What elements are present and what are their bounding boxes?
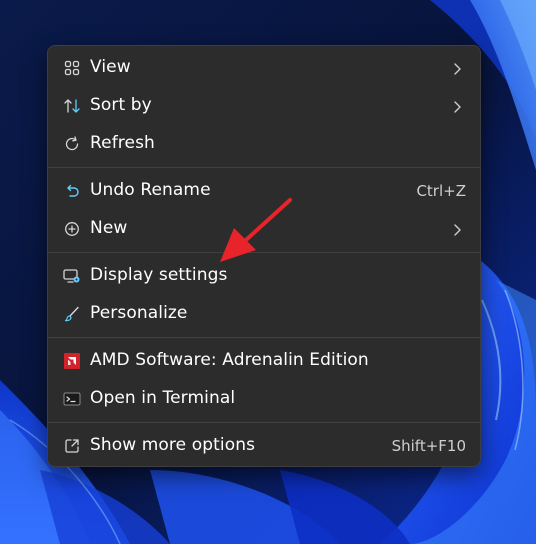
desktop-context-menu: View Sort by Refresh Undo Rename Ctrl+Z …	[47, 45, 481, 467]
menu-item-undo-rename[interactable]: Undo Rename Ctrl+Z	[52, 173, 476, 209]
chevron-right-icon	[452, 222, 462, 236]
share-box-icon	[63, 437, 81, 455]
grid-view-icon	[63, 59, 81, 77]
paintbrush-icon	[63, 305, 81, 323]
menu-item-label: Undo Rename	[90, 180, 211, 200]
menu-separator	[48, 422, 480, 423]
menu-item-refresh[interactable]: Refresh	[52, 126, 476, 162]
menu-item-sort-by[interactable]: Sort by	[52, 88, 476, 124]
menu-item-label: AMD Software: Adrenalin Edition	[90, 350, 369, 370]
refresh-icon	[63, 135, 81, 153]
menu-item-view[interactable]: View	[52, 50, 476, 86]
keyboard-shortcut: Shift+F10	[391, 437, 466, 455]
menu-separator	[48, 337, 480, 338]
menu-item-label: Sort by	[90, 95, 152, 115]
menu-item-label: Personalize	[90, 303, 188, 323]
menu-item-open-in-terminal[interactable]: Open in Terminal	[52, 381, 476, 417]
chevron-right-icon	[452, 99, 462, 113]
menu-item-label: View	[90, 57, 131, 77]
undo-icon	[63, 182, 81, 200]
menu-separator	[48, 252, 480, 253]
menu-item-amd-software[interactable]: AMD Software: Adrenalin Edition	[52, 343, 476, 379]
terminal-icon	[63, 390, 81, 408]
menu-item-display-settings[interactable]: Display settings	[52, 258, 476, 294]
display-settings-icon	[63, 267, 81, 285]
plus-circle-icon	[63, 220, 81, 238]
menu-item-label: Show more options	[90, 435, 256, 455]
menu-item-label: Display settings	[90, 265, 228, 285]
menu-item-label: New	[90, 218, 128, 238]
menu-item-show-more-options[interactable]: Show more options Shift+F10	[52, 428, 476, 464]
menu-separator	[48, 167, 480, 168]
amd-logo-icon	[63, 352, 81, 370]
chevron-right-icon	[452, 61, 462, 75]
menu-item-personalize[interactable]: Personalize	[52, 296, 476, 332]
menu-item-label: Refresh	[90, 133, 155, 153]
menu-item-new[interactable]: New	[52, 211, 476, 247]
menu-item-label: Open in Terminal	[90, 388, 236, 408]
keyboard-shortcut: Ctrl+Z	[416, 182, 466, 200]
sort-arrows-icon	[63, 97, 81, 115]
